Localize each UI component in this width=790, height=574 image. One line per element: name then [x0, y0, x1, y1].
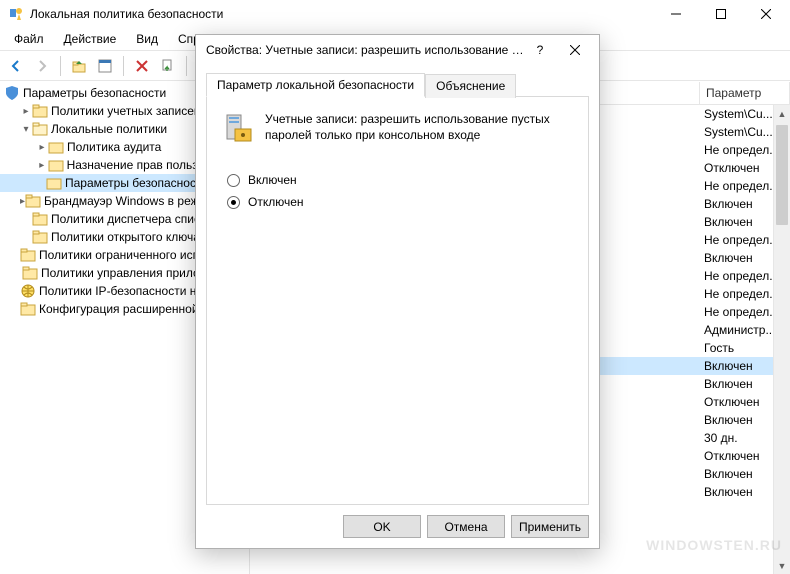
separator: [123, 56, 124, 76]
folder-icon: [20, 301, 36, 317]
up-level-button[interactable]: [67, 54, 91, 78]
radio-label: Отключен: [248, 195, 304, 209]
folder-icon: [22, 265, 38, 281]
folder-icon: [32, 103, 48, 119]
radio-label: Включен: [248, 173, 297, 187]
folder-icon: [32, 229, 48, 245]
network-icon: [20, 283, 36, 299]
menu-view[interactable]: Вид: [126, 30, 168, 48]
folder-icon: [25, 193, 41, 209]
close-button[interactable]: [743, 0, 788, 28]
tree-label: Параметры безопасности: [23, 86, 166, 100]
separator: [186, 56, 187, 76]
tree-label: Политики учетных записей: [51, 104, 201, 118]
tree-label: Политика аудита: [67, 140, 161, 154]
properties-dialog: Свойства: Учетные записи: разрешить испо…: [195, 34, 600, 549]
window-title: Локальная политика безопасности: [30, 7, 653, 21]
folder-open-icon: [32, 121, 48, 137]
shield-icon: [4, 85, 20, 101]
chevron-right-icon: ▸: [20, 106, 32, 117]
chevron-down-icon: ▾: [20, 124, 32, 135]
app-icon: [8, 6, 24, 22]
delete-button[interactable]: [130, 54, 154, 78]
scroll-up-icon[interactable]: ▲: [774, 105, 790, 122]
folder-icon: [48, 139, 64, 155]
tab-explain[interactable]: Объяснение: [425, 74, 516, 98]
radio-icon: [227, 196, 240, 209]
forward-button[interactable]: [30, 54, 54, 78]
radio-disabled[interactable]: Отключен: [227, 195, 574, 209]
minimize-button[interactable]: [653, 0, 698, 28]
titlebar: Локальная политика безопасности: [0, 0, 790, 28]
ok-button[interactable]: OK: [343, 515, 421, 538]
folder-icon: [46, 175, 62, 191]
tree-label: Политики открытого ключа: [51, 230, 200, 244]
tab-strip: Параметр локальной безопасности Объяснен…: [206, 73, 589, 97]
dialog-close-button[interactable]: [555, 35, 595, 65]
menu-action[interactable]: Действие: [54, 30, 127, 48]
folder-icon: [48, 157, 64, 173]
properties-button[interactable]: [93, 54, 117, 78]
policy-info: Учетные записи: разрешить использование …: [221, 111, 574, 143]
folder-icon: [20, 247, 36, 263]
folder-icon: [32, 211, 48, 227]
tree-label: Локальные политики: [51, 122, 167, 136]
radio-enabled[interactable]: Включен: [227, 173, 574, 187]
menu-file[interactable]: Файл: [4, 30, 54, 48]
dialog-body: Параметр локальной безопасности Объяснен…: [196, 65, 599, 505]
back-button[interactable]: [4, 54, 28, 78]
dialog-title: Свойства: Учетные записи: разрешить испо…: [206, 43, 525, 57]
scroll-down-icon[interactable]: ▼: [774, 557, 790, 574]
export-button[interactable]: [156, 54, 180, 78]
apply-button[interactable]: Применить: [511, 515, 589, 538]
scroll-thumb[interactable]: [776, 125, 788, 225]
cancel-button[interactable]: Отмена: [427, 515, 505, 538]
server-icon: [221, 111, 253, 143]
tree-label: Параметры безопасности: [65, 176, 208, 190]
policy-description: Учетные записи: разрешить использование …: [265, 111, 574, 143]
separator: [60, 56, 61, 76]
tab-local-setting[interactable]: Параметр локальной безопасности: [206, 73, 425, 97]
chevron-right-icon: ▸: [36, 142, 48, 153]
chevron-right-icon: ▸: [36, 160, 48, 171]
scrollbar[interactable]: ▲ ▼: [773, 105, 790, 574]
dialog-buttons: OK Отмена Применить: [196, 505, 599, 548]
column-header-b[interactable]: Параметр: [700, 82, 790, 104]
radio-icon: [227, 174, 240, 187]
tab-pane: Учетные записи: разрешить использование …: [206, 96, 589, 505]
maximize-button[interactable]: [698, 0, 743, 28]
dialog-titlebar: Свойства: Учетные записи: разрешить испо…: [196, 35, 599, 65]
help-button[interactable]: ?: [525, 35, 555, 65]
